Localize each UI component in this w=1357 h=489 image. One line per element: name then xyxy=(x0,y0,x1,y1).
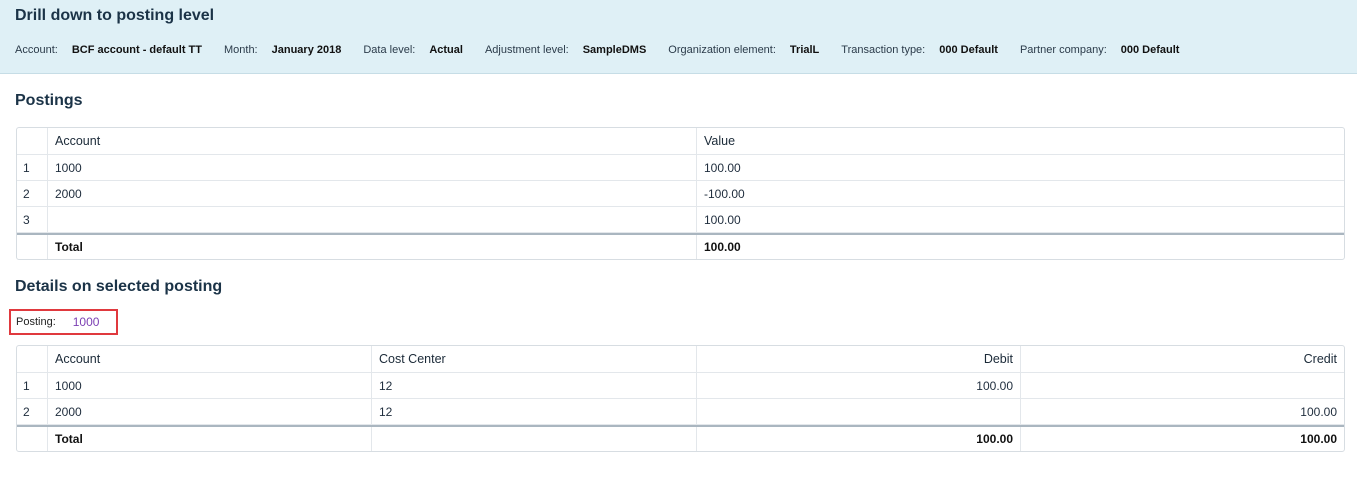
field-value: BCF account - default TT xyxy=(71,44,202,56)
account-cell[interactable]: 2000 xyxy=(48,181,697,206)
row-number xyxy=(17,427,48,451)
column-header-account[interactable]: Account xyxy=(48,128,697,154)
table-row[interactable]: 2 2000 -100.00 xyxy=(17,181,1344,207)
field-month: Month: January 2018 xyxy=(224,44,341,56)
field-value: Actual xyxy=(429,44,463,56)
cost-center-cell[interactable]: 12 xyxy=(372,399,697,424)
page-title: Drill down to posting level xyxy=(15,7,215,24)
field-value: TrialL xyxy=(789,44,820,56)
posting-label: Posting: xyxy=(16,316,56,328)
field-label: Partner company: xyxy=(1019,44,1107,56)
row-number: 1 xyxy=(17,373,48,398)
total-value: 100.00 xyxy=(704,240,741,254)
total-row: Total 100.00 100.00 xyxy=(17,425,1344,451)
table-row[interactable]: 1 1000 100.00 xyxy=(17,155,1344,181)
field-label: Organization element: xyxy=(668,44,776,56)
account-cell[interactable]: 1000 xyxy=(48,373,372,398)
postings-grid[interactable]: Account Value 1 1000 100.00 2 2000 -100.… xyxy=(16,127,1345,260)
column-header-value[interactable]: Value xyxy=(697,128,1344,154)
postings-title: Postings xyxy=(15,92,83,109)
field-value: January 2018 xyxy=(271,44,342,56)
column-header-credit[interactable]: Credit xyxy=(1021,346,1344,372)
field-transaction-type: Transaction type: 000 Default xyxy=(841,44,998,56)
field-organization-element: Organization element: TrialL xyxy=(668,44,819,56)
total-cost-center xyxy=(372,427,697,451)
table-row[interactable]: 2 2000 12 100.00 xyxy=(17,399,1344,425)
page-header: Drill down to posting level Account: BCF… xyxy=(0,0,1357,74)
total-debit: 100.00 xyxy=(697,427,1021,451)
total-label: Total xyxy=(48,427,372,451)
field-account: Account: BCF account - default TT xyxy=(15,44,202,56)
field-partner-company: Partner company: 000 Default xyxy=(1020,44,1180,56)
selected-posting-indicator: Posting: 1000 xyxy=(9,309,118,335)
total-credit: 100.00 xyxy=(1300,432,1337,446)
row-number: 2 xyxy=(17,181,48,206)
field-data-level: Data level: Actual xyxy=(363,44,463,56)
field-value: SampleDMS xyxy=(582,44,647,56)
debit-cell[interactable] xyxy=(697,399,1021,424)
row-number: 1 xyxy=(17,155,48,180)
credit-cell[interactable] xyxy=(1021,373,1344,398)
account-cell[interactable]: 1000 xyxy=(48,155,697,180)
table-row[interactable]: 3 100.00 xyxy=(17,207,1344,233)
field-label: Adjustment level: xyxy=(484,44,569,56)
column-header-debit[interactable]: Debit xyxy=(697,346,1021,372)
context-fields: Account: BCF account - default TT Month:… xyxy=(15,44,1201,56)
grid-header-row: Account Cost Center Debit Credit xyxy=(17,346,1344,373)
account-cell[interactable] xyxy=(48,207,697,232)
details-title: Details on selected posting xyxy=(15,278,223,295)
total-row: Total 100.00 xyxy=(17,233,1344,259)
debit-cell[interactable]: 100.00 xyxy=(697,373,1021,398)
row-number: 2 xyxy=(17,399,48,424)
details-grid[interactable]: Account Cost Center Debit Credit 1 1000 … xyxy=(16,345,1345,452)
account-cell[interactable]: 2000 xyxy=(48,399,372,424)
table-row[interactable]: 1 1000 12 100.00 xyxy=(17,373,1344,399)
posting-value[interactable]: 1000 xyxy=(73,315,100,329)
row-number xyxy=(17,235,48,259)
column-header-account[interactable]: Account xyxy=(48,346,372,372)
grid-header-row: Account Value xyxy=(17,128,1344,155)
credit-cell[interactable]: 100.00 xyxy=(1021,399,1344,424)
value-cell[interactable]: -100.00 xyxy=(697,181,1344,206)
row-number: 3 xyxy=(17,207,48,232)
field-label: Data level: xyxy=(363,44,416,56)
value-cell[interactable]: 100.00 xyxy=(697,207,1344,232)
field-value: 000 Default xyxy=(939,44,998,56)
field-label: Transaction type: xyxy=(841,44,926,56)
field-value: 000 Default xyxy=(1120,44,1180,56)
column-header-cost-center[interactable]: Cost Center xyxy=(372,346,697,372)
cost-center-cell[interactable]: 12 xyxy=(372,373,697,398)
value-cell[interactable]: 100.00 xyxy=(697,155,1344,180)
field-adjustment-level: Adjustment level: SampleDMS xyxy=(485,44,646,56)
total-label: Total xyxy=(48,235,697,259)
row-number-header xyxy=(17,128,48,154)
field-label: Month: xyxy=(223,44,258,56)
field-label: Account: xyxy=(15,44,58,56)
row-number-header xyxy=(17,346,48,372)
